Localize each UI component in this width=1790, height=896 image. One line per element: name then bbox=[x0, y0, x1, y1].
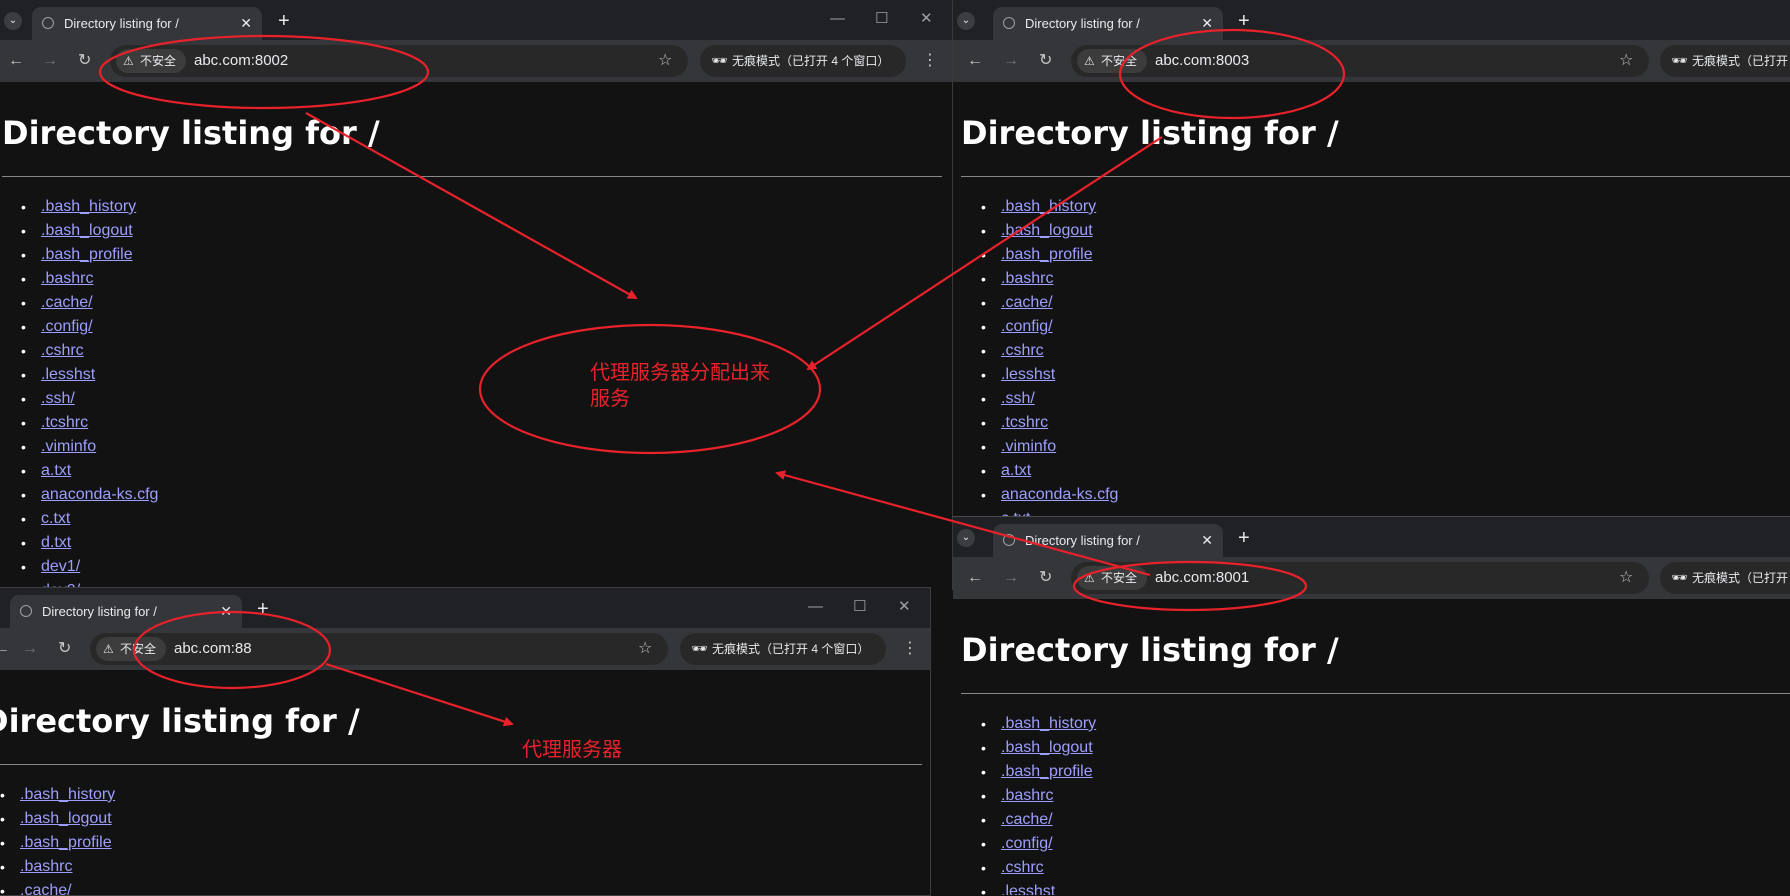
arrow-88-to-proxy-label bbox=[325, 662, 514, 727]
arrow-8002-to-note bbox=[305, 112, 638, 299]
url-highlight-8001 bbox=[1072, 560, 1308, 612]
proxy-assign-note: 代理服务器分配出来 服务 bbox=[590, 362, 770, 410]
url-highlight-88 bbox=[132, 610, 332, 690]
url-highlight-8003 bbox=[1118, 28, 1346, 120]
url-highlight-8002 bbox=[98, 34, 430, 110]
arrow-8001-to-note bbox=[775, 470, 1151, 577]
annotation-overlay bbox=[98, 28, 1346, 727]
arrow-8003-to-note bbox=[806, 136, 1163, 371]
proxy-server-note: 代理服务器 bbox=[522, 739, 622, 761]
